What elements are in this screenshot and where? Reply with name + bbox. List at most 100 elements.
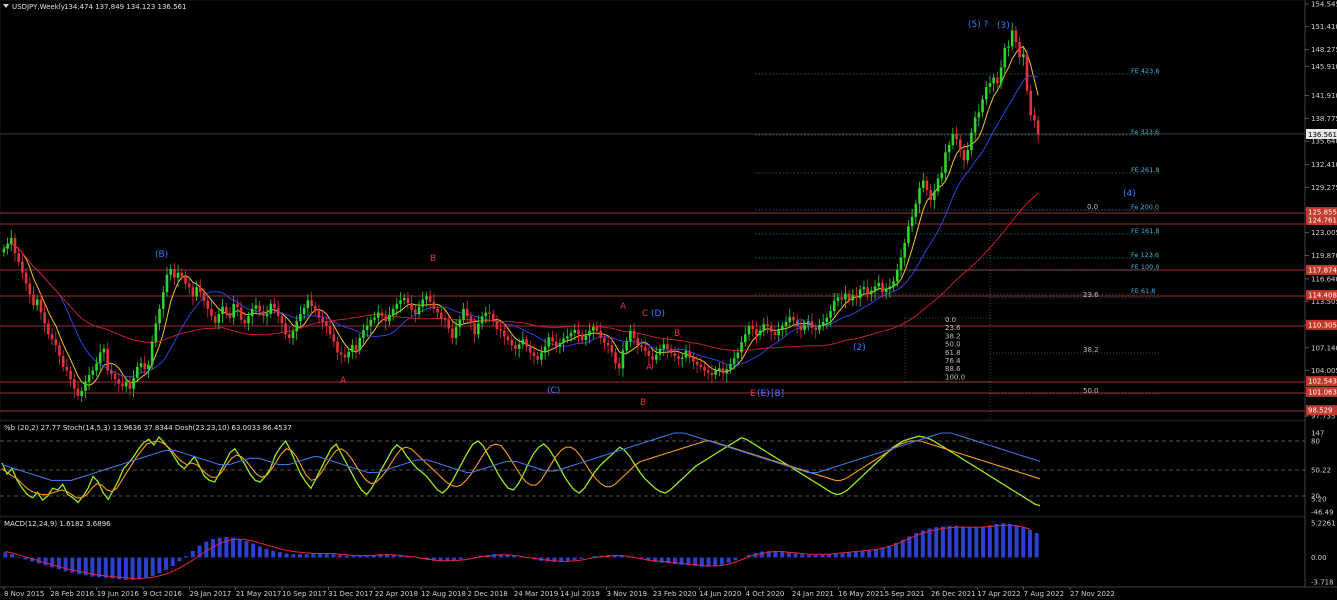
price-candles[interactable] (2, 22, 1040, 402)
candle (528, 340, 532, 360)
candle (95, 357, 98, 377)
wave-label-b-top: (B) (155, 250, 168, 260)
candle (903, 238, 906, 267)
candle (988, 75, 992, 95)
candle (343, 346, 347, 362)
time-tick-label: 5 Sep 2021 (885, 590, 925, 598)
candle (173, 262, 176, 285)
candle (818, 318, 821, 335)
candle (265, 306, 269, 325)
candle (391, 304, 395, 321)
candle (432, 293, 436, 314)
candle (925, 176, 929, 196)
fib-label-236: 23.6 (1083, 291, 1099, 299)
candle (199, 279, 202, 299)
candle (547, 332, 551, 356)
candle (250, 302, 254, 325)
candle (158, 304, 161, 331)
fib-ladder-label: 88.6 (945, 365, 961, 373)
candle (873, 280, 877, 300)
candle (936, 174, 940, 196)
wave-label-c: (C) (547, 386, 560, 396)
candle (591, 322, 595, 340)
candle (339, 346, 343, 364)
candle (121, 375, 124, 391)
candle (150, 335, 154, 370)
candle (369, 315, 373, 335)
candle (703, 362, 706, 377)
candle (491, 309, 495, 326)
candle (451, 322, 454, 344)
stoch-pane[interactable] (0, 420, 1306, 517)
fib-ladder-label: 76.4 (945, 357, 961, 365)
candle (206, 294, 210, 318)
candle (291, 327, 295, 346)
candle (80, 386, 84, 402)
candle (658, 344, 662, 361)
candle (24, 268, 28, 291)
wave-label-red-a1: A (340, 376, 347, 386)
candle (584, 329, 588, 346)
candle (614, 348, 617, 370)
candle (784, 315, 788, 336)
price-tick-label: 141.910 (1311, 92, 1337, 100)
candle (540, 346, 543, 366)
candle (554, 333, 558, 353)
price-tick-label: 132.410 (1311, 161, 1337, 169)
time-tick-label: 2 Dec 2018 (467, 590, 507, 598)
candle (217, 307, 221, 330)
candle (147, 360, 150, 378)
candle (895, 263, 899, 288)
price-tick-label: 151.410 (1311, 23, 1337, 31)
fib-label-fe3236: Fe 323.6 (1131, 128, 1159, 136)
candle (884, 283, 888, 300)
chart-menu-triangle-icon[interactable] (3, 4, 9, 8)
candle (1014, 26, 1018, 48)
candle (840, 291, 843, 307)
candle (406, 291, 410, 309)
chart-svg[interactable]: USDJPY,Weekly 134.474 137.849 134.123 13… (0, 0, 1337, 600)
candle (977, 104, 981, 127)
candle (1010, 22, 1014, 51)
stoch-k-line (1, 435, 1041, 507)
time-tick-label: 24 Mar 2019 (514, 590, 558, 598)
wave-label-4: (4) (1123, 189, 1136, 199)
candle (210, 300, 213, 321)
candle (892, 277, 895, 291)
candle (124, 377, 128, 393)
candle (766, 316, 769, 334)
candle (870, 286, 873, 302)
fib-label-fe2618: FE 261.8 (1131, 166, 1160, 174)
candle (514, 340, 517, 357)
wave-label-red-b2: B (674, 329, 680, 339)
price-tick-label: 123.005 (1311, 229, 1337, 237)
ma-mid-line (3, 75, 1039, 378)
ma-fast-line (3, 45, 1039, 386)
candle (669, 344, 673, 358)
time-tick-label: 9 Oct 2016 (143, 590, 182, 598)
candle (43, 304, 46, 333)
level-tag-label: 117.874 (1308, 266, 1337, 274)
wave-label-3: (3) (997, 21, 1010, 31)
candle (354, 337, 358, 359)
candle (970, 128, 973, 156)
candle (32, 286, 35, 310)
candle (351, 339, 354, 359)
time-tick-label: 28 Feb 2016 (50, 590, 94, 598)
candle (136, 362, 139, 383)
macd-histogram (3, 523, 1039, 580)
level-tag-label: 114.408 (1308, 292, 1337, 300)
candle (562, 332, 565, 352)
candle (836, 292, 840, 307)
candle (866, 279, 869, 301)
candle (636, 333, 640, 354)
candle (921, 172, 925, 193)
candle (603, 333, 606, 351)
candle (76, 380, 80, 401)
time-tick-label: 14 Jul 2019 (560, 590, 600, 598)
candle (888, 278, 892, 299)
macd-pane[interactable] (0, 516, 1306, 588)
time-axis[interactable]: 8 Nov 2015 28 Feb 2016 19 Jun 2016 9 Oct 20… (3, 587, 1115, 598)
candle (973, 111, 977, 140)
candle (781, 321, 784, 338)
